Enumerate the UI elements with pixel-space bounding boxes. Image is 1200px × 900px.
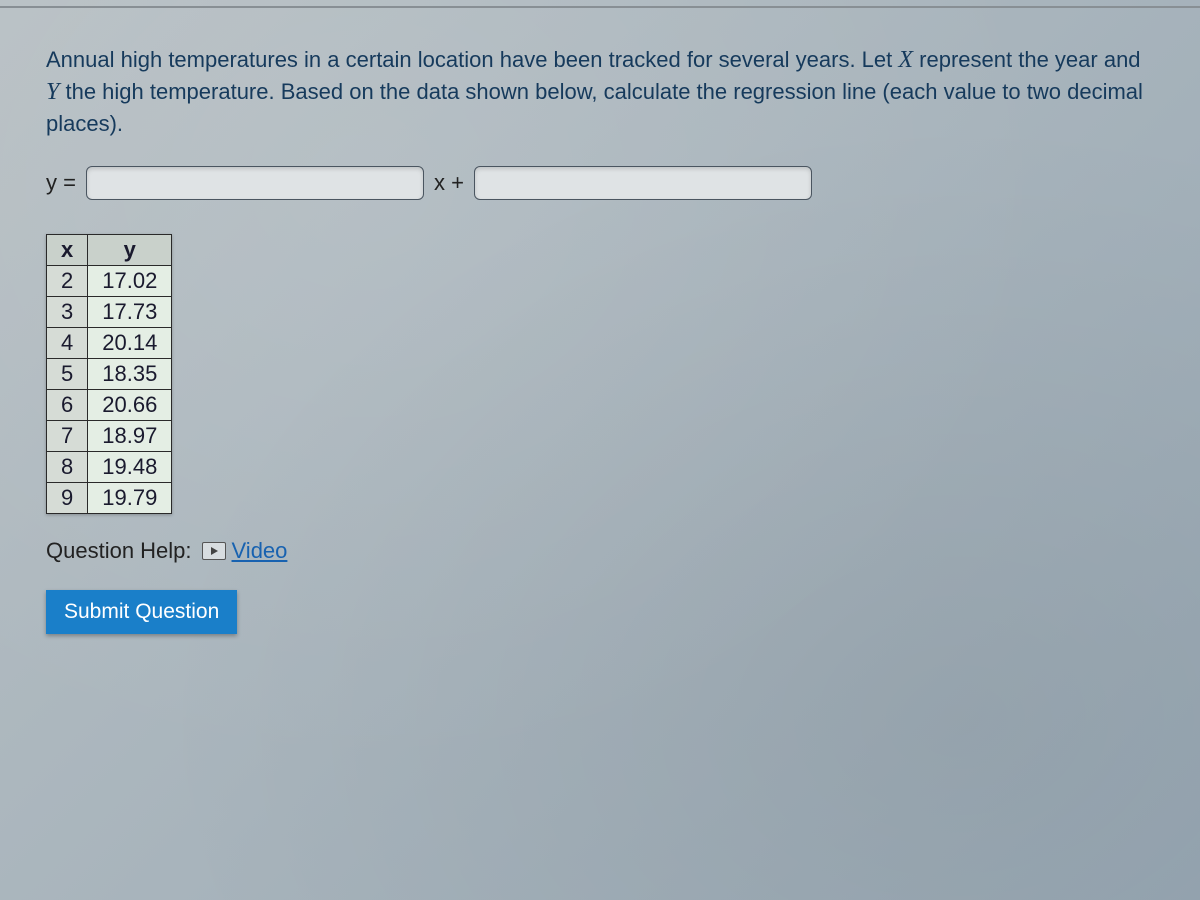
table-row: 317.73 bbox=[47, 297, 172, 328]
prompt-text: Annual high temperatures in a certain lo… bbox=[46, 47, 1143, 136]
variable-x: X bbox=[898, 47, 913, 73]
table-row: 919.79 bbox=[47, 483, 172, 514]
cell-x: 5 bbox=[47, 359, 88, 390]
data-table: x y 217.02317.73420.14518.35620.66718.97… bbox=[46, 234, 172, 514]
cell-y: 19.48 bbox=[88, 452, 172, 483]
cell-x: 6 bbox=[47, 390, 88, 421]
table-row: 718.97 bbox=[47, 421, 172, 452]
cell-y: 20.66 bbox=[88, 390, 172, 421]
cell-x: 7 bbox=[47, 421, 88, 452]
question-prompt: Annual high temperatures in a certain lo… bbox=[46, 44, 1146, 138]
cell-y: 20.14 bbox=[88, 328, 172, 359]
table-row: 217.02 bbox=[47, 266, 172, 297]
cell-y: 18.97 bbox=[88, 421, 172, 452]
cell-x: 4 bbox=[47, 328, 88, 359]
header-x: x bbox=[47, 235, 88, 266]
cell-x: 3 bbox=[47, 297, 88, 328]
table-row: 420.14 bbox=[47, 328, 172, 359]
submit-label: Submit Question bbox=[64, 600, 219, 623]
cell-y: 17.73 bbox=[88, 297, 172, 328]
slope-input[interactable] bbox=[86, 166, 424, 200]
video-link-text: Video bbox=[232, 538, 288, 564]
table-row: 620.66 bbox=[47, 390, 172, 421]
cell-x: 8 bbox=[47, 452, 88, 483]
y-equals-label: y = bbox=[46, 170, 76, 196]
video-icon bbox=[202, 542, 226, 560]
cell-y: 17.02 bbox=[88, 266, 172, 297]
table-row: 819.48 bbox=[47, 452, 172, 483]
table-header-row: x y bbox=[47, 235, 172, 266]
equation-row: y = x + bbox=[46, 166, 1154, 200]
variable-y: Y bbox=[46, 79, 59, 105]
question-content: Annual high temperatures in a certain lo… bbox=[0, 0, 1200, 674]
x-plus-label: x + bbox=[434, 170, 464, 196]
cell-x: 2 bbox=[47, 266, 88, 297]
intercept-input[interactable] bbox=[474, 166, 812, 200]
question-help-row: Question Help: Video bbox=[46, 538, 1154, 564]
header-y: y bbox=[88, 235, 172, 266]
cell-y: 19.79 bbox=[88, 483, 172, 514]
cell-x: 9 bbox=[47, 483, 88, 514]
table-row: 518.35 bbox=[47, 359, 172, 390]
video-link[interactable]: Video bbox=[202, 538, 288, 564]
submit-button[interactable]: Submit Question bbox=[46, 590, 237, 634]
help-label: Question Help: bbox=[46, 538, 192, 564]
cell-y: 18.35 bbox=[88, 359, 172, 390]
